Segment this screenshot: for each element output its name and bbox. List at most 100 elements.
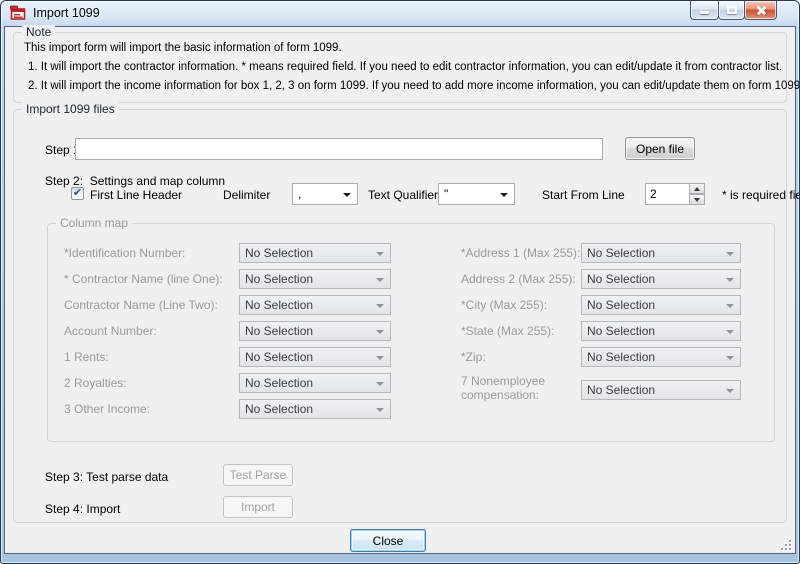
chevron-down-icon [376, 408, 384, 412]
minimize-icon [700, 11, 709, 14]
close-window-button[interactable] [744, 1, 777, 20]
arrow-down-icon [694, 198, 700, 202]
chevron-down-icon [376, 330, 384, 334]
map-label-address2: Address 2 (Max 255): [461, 272, 576, 286]
map-select-address1: No Selection [581, 243, 741, 263]
required-field-note: * is required field. [722, 188, 800, 202]
maximize-button[interactable] [718, 1, 745, 20]
resize-grip[interactable] [779, 538, 791, 550]
window-title: Import 1099 [33, 6, 100, 20]
start-from-line-spinner [645, 183, 705, 205]
dialog-client-area: Note This import form will import the ba… [4, 26, 796, 554]
combo-value: No Selection [245, 246, 372, 260]
map-select-state: No Selection [581, 321, 741, 341]
map-label-contractor-name-two: Contractor Name (Line Two): [64, 298, 218, 312]
chevron-down-icon [376, 304, 384, 308]
map-label-zip: *Zip: [461, 350, 486, 364]
import-button: Import [223, 496, 293, 518]
text-qualifier-select[interactable]: " [438, 183, 515, 205]
start-from-line-label: Start From Line [542, 188, 625, 202]
chevron-down-icon [376, 382, 384, 386]
open-file-button-label: Open file [636, 142, 684, 156]
map-select-address2: No Selection [581, 269, 741, 289]
maximize-icon [727, 6, 737, 14]
chevron-down-icon [726, 304, 734, 308]
step4-label: Step 4: Import [45, 502, 120, 516]
combo-value: No Selection [587, 383, 722, 397]
combo-value: No Selection [245, 298, 372, 312]
chevron-down-icon [726, 278, 734, 282]
combo-value: No Selection [245, 350, 372, 364]
first-line-header-label: First Line Header [90, 188, 182, 202]
map-select-rents: No Selection [239, 347, 391, 367]
spinner-down-button[interactable] [689, 194, 705, 205]
text-qualifier-label: Text Qualifier [368, 188, 438, 202]
file-path-input[interactable] [75, 138, 603, 160]
map-label-contractor-name-one: * Contractor Name (line One): [64, 272, 223, 286]
map-label-other-income: 3 Other Income: [64, 402, 150, 416]
close-button[interactable]: Close [350, 529, 426, 552]
map-label-address1: *Address 1 (Max 255): [461, 246, 580, 260]
combo-value: No Selection [245, 402, 372, 416]
column-map-title: Column map [56, 216, 132, 230]
chevron-down-icon [500, 193, 508, 197]
combo-value: No Selection [245, 324, 372, 338]
close-button-label: Close [373, 534, 404, 548]
map-label-rents: 1 Rents: [64, 350, 109, 364]
import-group-title: Import 1099 files [22, 102, 119, 116]
chevron-down-icon [376, 278, 384, 282]
import-button-label: Import [241, 500, 275, 514]
note-item-2: 2. It will import the income information… [28, 80, 800, 92]
chevron-down-icon [726, 356, 734, 360]
note-item-1: 1. It will import the contractor informa… [28, 61, 782, 73]
test-parse-button-label: Test Parse [230, 468, 287, 482]
delimiter-label: Delimiter [223, 188, 270, 202]
chevron-down-icon [376, 252, 384, 256]
combo-value: No Selection [587, 324, 722, 338]
text-qualifier-value: " [444, 187, 496, 201]
map-select-identification-number: No Selection [239, 243, 391, 263]
chevron-down-icon [726, 389, 734, 393]
test-parse-button: Test Parse [223, 464, 293, 486]
combo-value: No Selection [245, 272, 372, 286]
title-bar[interactable]: Import 1099 [1, 1, 799, 26]
map-select-royalties: No Selection [239, 373, 391, 393]
combo-value: No Selection [587, 298, 722, 312]
close-icon [755, 5, 766, 16]
column-map-groupbox: Column map *Identification Number: No Se… [47, 223, 775, 442]
map-select-nonemployee-compensation: No Selection [581, 380, 741, 400]
map-select-city: No Selection [581, 295, 741, 315]
combo-value: No Selection [587, 246, 722, 260]
delimiter-select[interactable]: , [292, 183, 358, 205]
minimize-button[interactable] [690, 1, 719, 20]
map-label-identification-number: *Identification Number: [64, 246, 185, 260]
step2-label: Step 2: Settings and map column [45, 174, 225, 188]
note-group-title: Note [22, 25, 55, 39]
map-label-city: *City (Max 255): [461, 298, 547, 312]
map-label-account-number: Account Number: [64, 324, 157, 338]
delimiter-value: , [298, 187, 339, 201]
map-select-zip: No Selection [581, 347, 741, 367]
map-label-nonemployee-compensation: 7 Nonemployee compensation: [461, 374, 579, 402]
spinner-up-button[interactable] [689, 183, 705, 194]
app-form-icon [10, 5, 26, 21]
arrow-up-icon [694, 187, 700, 191]
caption-buttons [691, 1, 777, 20]
first-line-header-checkbox[interactable]: ✔ [71, 187, 84, 200]
map-select-account-number: No Selection [239, 321, 391, 341]
open-file-button[interactable]: Open file [625, 137, 695, 160]
chevron-down-icon [343, 193, 351, 197]
checkbox-check-icon: ✔ [73, 188, 82, 199]
map-select-contractor-name-two: No Selection [239, 295, 391, 315]
map-label-royalties: 2 Royalties: [64, 376, 127, 390]
combo-value: No Selection [245, 376, 372, 390]
chevron-down-icon [376, 356, 384, 360]
step3-label: Step 3: Test parse data [45, 470, 168, 484]
note-groupbox: Note This import form will import the ba… [13, 32, 787, 103]
import-1099-dialog: Import 1099 Note This import form will i… [0, 0, 800, 564]
start-from-line-input[interactable] [645, 183, 690, 205]
combo-value: No Selection [587, 350, 722, 364]
note-intro: This import form will import the basic i… [24, 42, 342, 54]
combo-value: No Selection [587, 272, 722, 286]
map-select-other-income: No Selection [239, 399, 391, 419]
